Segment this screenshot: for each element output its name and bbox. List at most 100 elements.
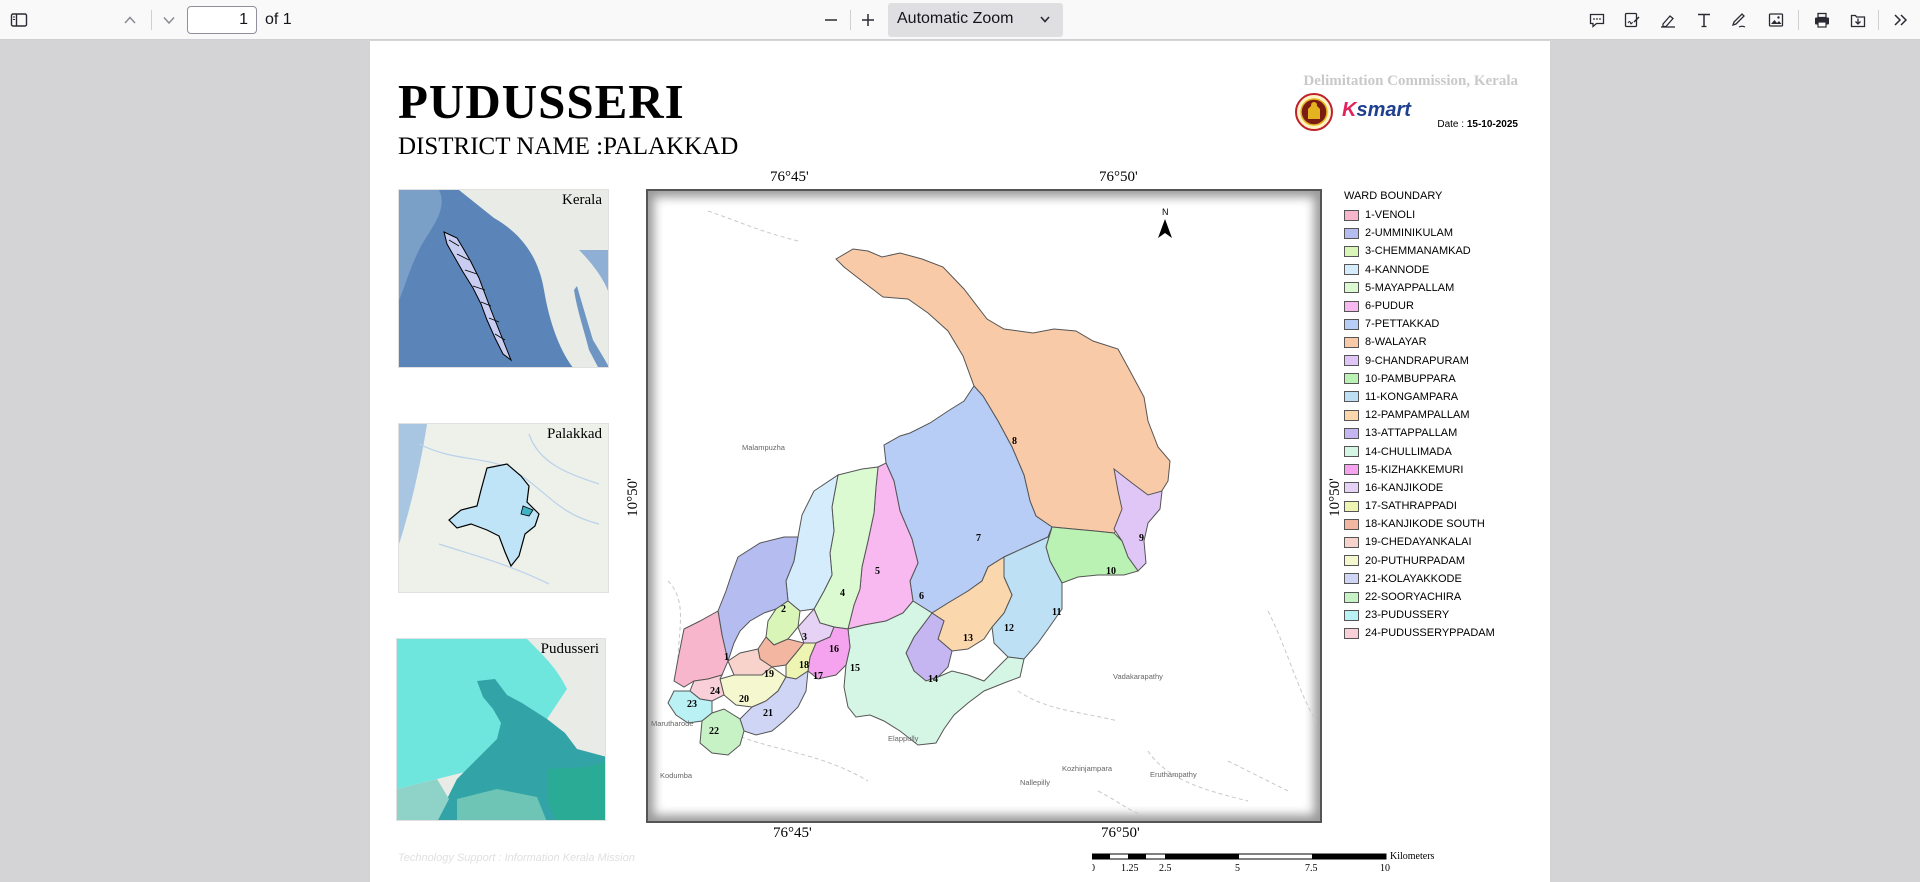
legend-item: 15-KIZHAKKEMURI xyxy=(1344,461,1544,479)
legend-swatch xyxy=(1344,409,1359,421)
page-count: of 1 xyxy=(265,11,292,28)
legend-title: WARD BOUNDARY xyxy=(1344,190,1443,202)
ward-number-20: 20 xyxy=(739,694,749,705)
legend-item: 18-KANJIKODE SOUTH xyxy=(1344,515,1544,533)
coord-label-left: 10°50' xyxy=(624,478,641,517)
legend-label: 13-ATTAPPALLAM xyxy=(1365,427,1458,440)
ward-polygons xyxy=(667,248,1171,756)
north-label: N xyxy=(1162,207,1169,217)
legend-item: 22-SOORYACHIRA xyxy=(1344,588,1544,606)
scale-tick-5: 10 xyxy=(1380,863,1390,874)
image-icon[interactable] xyxy=(1762,6,1790,34)
north-arrow-icon: N xyxy=(1158,207,1172,238)
ward-number-8: 8 xyxy=(1012,436,1017,447)
legend-item: 6-PUDUR xyxy=(1344,297,1544,315)
ward-number-19: 19 xyxy=(764,669,774,680)
zoom-value: Automatic Zoom xyxy=(897,10,1014,27)
legend-label: 22-SOORYACHIRA xyxy=(1365,591,1462,604)
legend-swatch xyxy=(1344,446,1359,458)
sidebar-toggle-icon[interactable] xyxy=(5,6,33,34)
text-icon[interactable] xyxy=(1690,6,1718,34)
legend-swatch xyxy=(1344,318,1359,330)
legend-swatch xyxy=(1344,264,1359,276)
ward-map: 1 2 3 4 5 6 7 8 9 10 11 12 13 14 15 16 1… xyxy=(651,207,1317,818)
ward-number-13: 13 xyxy=(963,633,973,644)
legend-swatch xyxy=(1344,500,1359,512)
legend-label: 8-WALAYAR xyxy=(1365,336,1427,349)
legend-label: 2-UMMINIKULAM xyxy=(1365,227,1454,240)
ward-number-10: 10 xyxy=(1106,566,1116,577)
technology-credit: Technology Support : Information Kerala … xyxy=(398,852,635,864)
legend-swatch xyxy=(1344,591,1359,603)
inset-label-pudusseri: Pudusseri xyxy=(540,641,599,657)
zoom-out-icon[interactable] xyxy=(817,6,845,34)
comment-icon[interactable] xyxy=(1583,6,1611,34)
kerala-emblem-logo xyxy=(1295,93,1333,131)
ward-number-15: 15 xyxy=(850,663,860,674)
legend-label: 23-PUDUSSERY xyxy=(1365,609,1450,622)
ward-number-9: 9 xyxy=(1139,533,1144,544)
ksmart-logo: Ksmart xyxy=(1342,99,1411,121)
legend-item: 19-CHEDAYANKALAI xyxy=(1344,533,1544,551)
legend-label: 18-KANJIKODE SOUTH xyxy=(1365,518,1485,531)
highlight-icon[interactable] xyxy=(1654,6,1682,34)
legend-item: 10-PAMBUPPARA xyxy=(1344,370,1544,388)
coord-label-right: 10°50' xyxy=(1326,478,1343,517)
place-label-vadakarapathy: Vadakarapathy xyxy=(1113,672,1163,681)
coord-label-bottom-right: 76°50' xyxy=(1101,825,1140,841)
scale-tick-2: 2.5 xyxy=(1159,863,1172,874)
legend-item: 2-UMMINIKULAM xyxy=(1344,224,1544,242)
signature-icon[interactable] xyxy=(1618,6,1646,34)
pudusseri-inset-map: Pudusseri xyxy=(396,638,606,821)
inset-label-palakkad: Palakkad xyxy=(547,426,602,442)
coord-label-bottom-left: 76°45' xyxy=(773,825,812,841)
ward-number-1: 1 xyxy=(724,652,729,663)
legend-swatch xyxy=(1344,464,1359,476)
ward-number-22: 22 xyxy=(709,726,719,737)
legend-item: 14-CHULLIMADA xyxy=(1344,442,1544,460)
print-icon[interactable] xyxy=(1808,6,1836,34)
ward-number-5: 5 xyxy=(875,566,880,577)
scale-bar: 0 1.25 2.5 5 7.5 10 Kilometers xyxy=(1092,851,1435,874)
ward-number-14: 14 xyxy=(928,674,938,685)
ward-number-4: 4 xyxy=(840,588,845,599)
tools-icon[interactable] xyxy=(1886,6,1914,34)
ward-number-12: 12 xyxy=(1004,623,1014,634)
chevron-down-icon xyxy=(1040,16,1050,23)
save-icon[interactable] xyxy=(1844,6,1872,34)
pdf-page: PUDUSSERI DISTRICT NAME :PALAKKAD Delimi… xyxy=(370,41,1550,882)
place-label-elappully: Elappully xyxy=(888,734,919,743)
coord-label-top-right: 76°50' xyxy=(1099,169,1138,185)
toolbar-divider xyxy=(1798,10,1799,30)
legend-item: 9-CHANDRAPURAM xyxy=(1344,352,1544,370)
legend-label: 9-CHANDRAPURAM xyxy=(1365,354,1469,367)
legend-swatch xyxy=(1344,427,1359,439)
coord-label-top-left: 76°45' xyxy=(770,169,809,185)
legend-swatch xyxy=(1344,245,1359,257)
inset-label-kerala: Kerala xyxy=(562,192,602,208)
toolbar-divider xyxy=(850,10,851,30)
legend-swatch xyxy=(1344,373,1359,385)
toolbar-divider xyxy=(151,10,152,30)
page-number-input[interactable] xyxy=(187,6,257,34)
legend-swatch xyxy=(1344,336,1359,348)
zoom-select[interactable]: Automatic Zoom xyxy=(888,3,1063,37)
pudusseri-map-image xyxy=(397,639,605,820)
ward-number-21: 21 xyxy=(763,708,773,719)
draw-icon[interactable] xyxy=(1725,6,1753,34)
legend-swatch xyxy=(1344,209,1359,221)
legend-swatch xyxy=(1344,573,1359,585)
scale-tick-4: 7.5 xyxy=(1305,863,1318,874)
legend-swatch xyxy=(1344,609,1359,621)
palakkad-map-image xyxy=(399,424,608,592)
pdf-toolbar: of 1 Automatic Zoom xyxy=(0,0,1920,40)
legend-swatch xyxy=(1344,536,1359,548)
legend-swatch xyxy=(1344,227,1359,239)
previous-page-icon[interactable] xyxy=(116,6,144,34)
place-label-kozhinjampara: Kozhinjampara xyxy=(1062,764,1113,773)
ward-number-7: 7 xyxy=(976,533,981,544)
next-page-icon[interactable] xyxy=(155,6,183,34)
legend-label: 6-PUDUR xyxy=(1365,300,1414,313)
zoom-in-icon[interactable] xyxy=(854,6,882,34)
legend-item: 11-KONGAMPARA xyxy=(1344,388,1544,406)
